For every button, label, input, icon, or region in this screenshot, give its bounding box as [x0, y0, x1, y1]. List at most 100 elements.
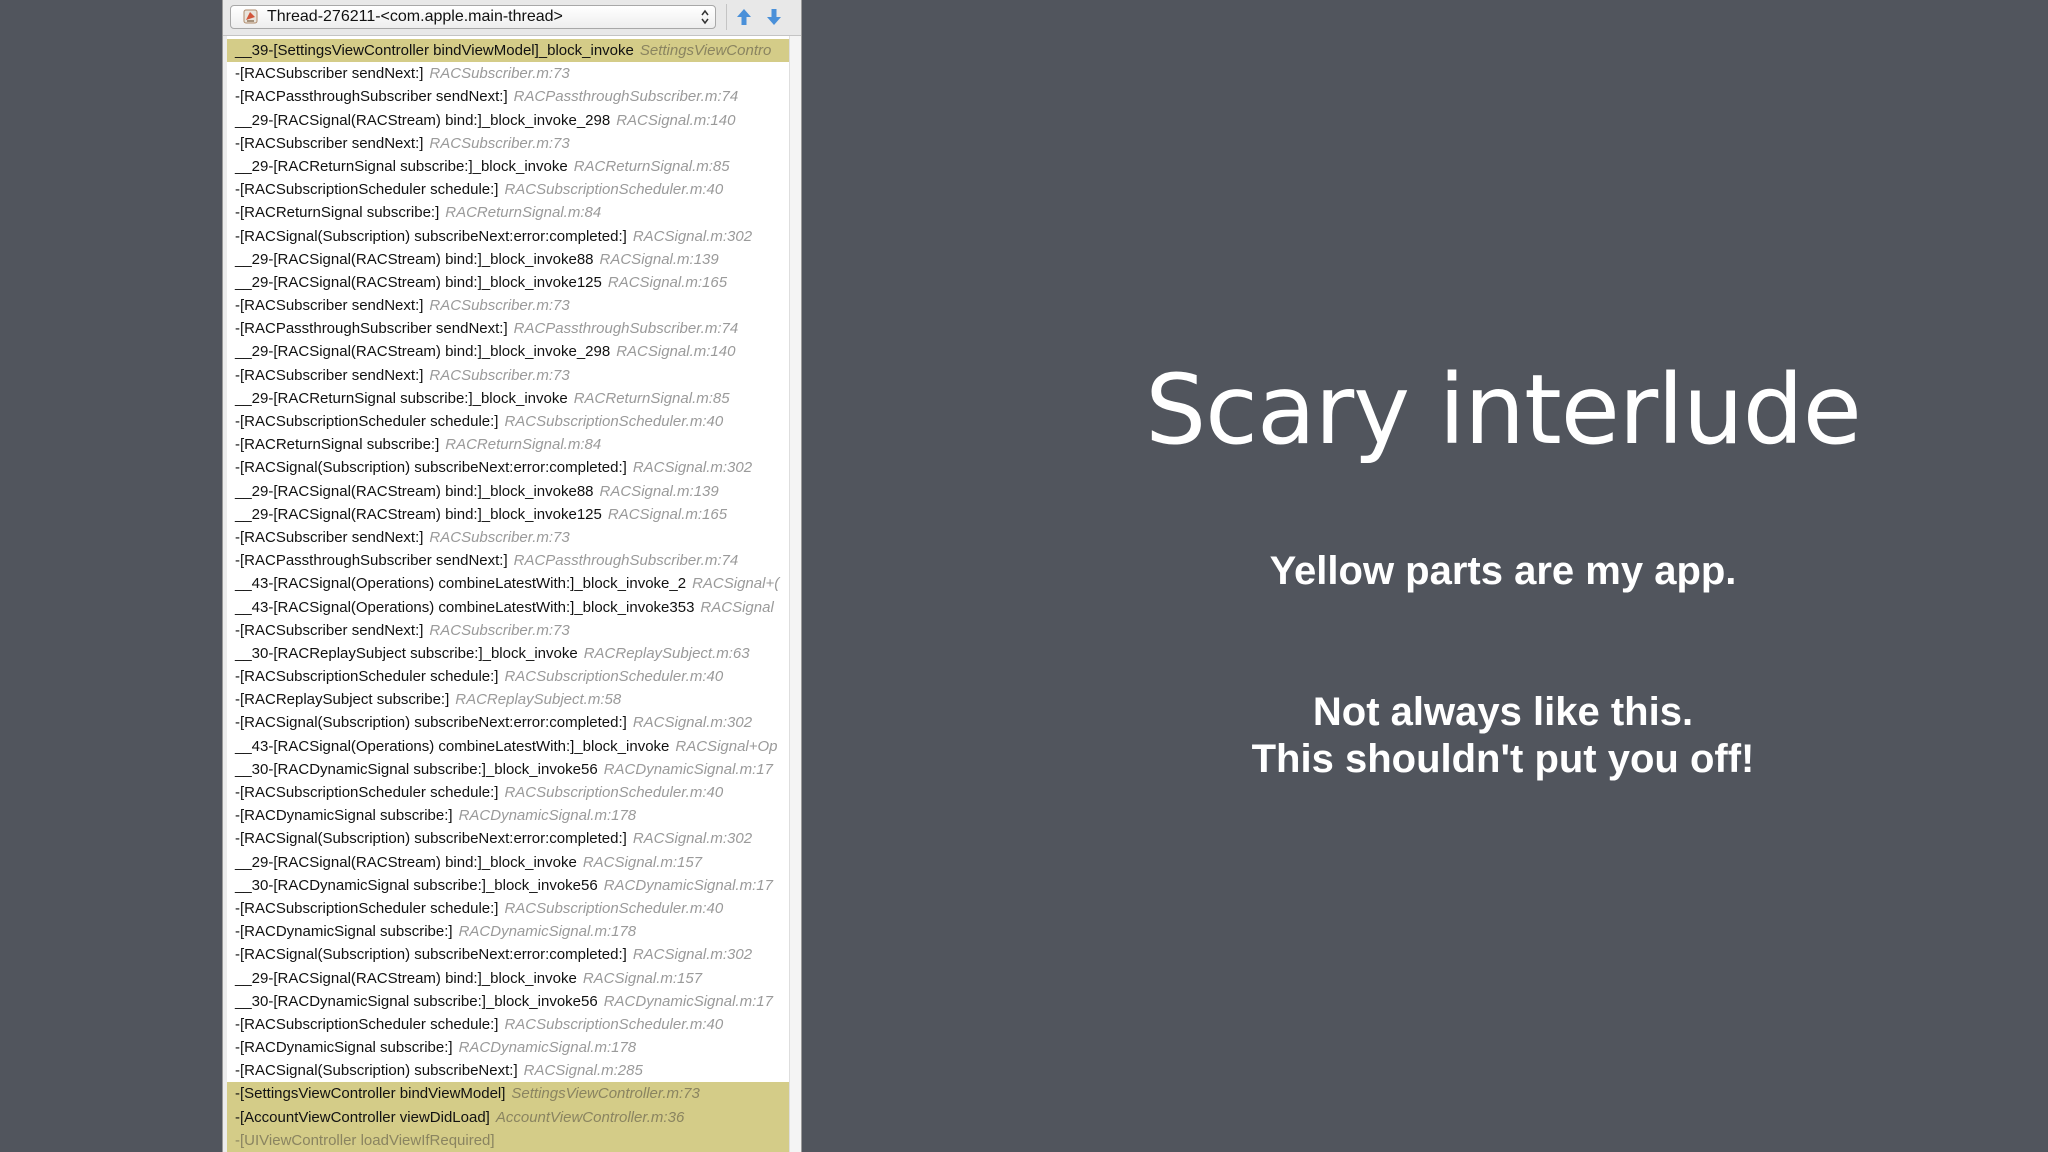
stack-frame-row[interactable]: -[RACSignal(Subscription) subscribeNext:…: [227, 827, 793, 850]
stack-frame-row[interactable]: -[RACDynamicSignal subscribe:] RACDynamic…: [227, 1036, 793, 1059]
frame-location: RACSignal.m:140: [616, 343, 736, 361]
stack-frame-row[interactable]: -[RACReturnSignal subscribe:] RACReturnSi…: [227, 433, 793, 456]
frame-function: -[RACReturnSignal subscribe:]: [235, 204, 440, 222]
stack-frame-row[interactable]: -[RACSignal(Subscription) subscribeNext:…: [227, 1059, 793, 1082]
stack-frame-row[interactable]: __30-[RACDynamicSignal subscribe:]_block…: [227, 874, 793, 897]
stack-frame-row[interactable]: __29-[RACSignal(RACStream) bind:]_block_…: [227, 248, 793, 271]
frame-function: -[AccountViewController viewDidLoad]: [235, 1108, 490, 1126]
frame-location: AccountViewController.m:36: [495, 1108, 685, 1126]
debug-toolbar: Thread-276211-<com.apple.main-thread>: [223, 0, 801, 36]
stack-frame-row[interactable]: __29-[RACSignal(RACStream) bind:]_block_…: [227, 109, 793, 132]
frame-location: RACPassthroughSubscriber.m:74: [513, 88, 739, 106]
frame-function: -[RACReturnSignal subscribe:]: [235, 436, 440, 454]
frame-function: -[RACPassthroughSubscriber sendNext:]: [235, 320, 508, 338]
stack-frame-row[interactable]: -[RACReplaySubject subscribe:] RACReplayS…: [227, 688, 793, 711]
frame-location: RACSignal.m:139: [599, 482, 719, 500]
slide-title: Scary interlude: [1145, 354, 1862, 466]
stack-frame-row[interactable]: __29-[RACSignal(RACStream) bind:]_block_…: [227, 340, 793, 363]
frame-function: -[RACSubscriptionScheduler schedule:]: [235, 784, 499, 801]
stack-frame-row[interactable]: __39-[SettingsViewController bindViewMod…: [227, 39, 793, 63]
stack-frame-row[interactable]: -[RACSubscriptionScheduler schedule:] RAC…: [227, 781, 793, 804]
frame-location: RACSignal: [700, 598, 774, 616]
frame-location: RACSignal.m:157: [582, 853, 703, 871]
stack-frame-row[interactable]: __29-[RACSignal(RACStream) bind:]_block_…: [227, 851, 793, 874]
frame-function: -[RACReplaySubject subscribe:]: [235, 691, 450, 709]
frame-function: -[RACSubscriber sendNext:]: [235, 621, 424, 639]
stack-frame-row[interactable]: -[RACReturnSignal subscribe:] RACReturnSi…: [227, 201, 793, 224]
stack-frame-row[interactable]: -[RACSubscriptionScheduler schedule:] RAC…: [227, 897, 793, 920]
stack-frame-row[interactable]: -[RACSubscriber sendNext:] RACSubscriber.…: [227, 294, 793, 317]
stack-frame-row[interactable]: __29-[RACReturnSignal subscribe:]_block_…: [227, 155, 793, 178]
stack-frame-row[interactable]: -[RACSubscriber sendNext:] RACSubscriber.…: [227, 526, 793, 549]
frame-function: -[RACSubscriber sendNext:]: [235, 65, 424, 83]
arrow-down-icon[interactable]: [763, 6, 785, 28]
frame-location: RACSubscriber.m:73: [429, 65, 570, 83]
frame-location: SettingsViewContro: [639, 42, 772, 59]
frame-location: RACSubscriptionScheduler.m:40: [504, 784, 724, 801]
stack-frame-row[interactable]: -[RACPassthroughSubscriber sendNext:] RAC…: [227, 85, 793, 108]
frame-function: __30-[RACDynamicSignal subscribe:]_block…: [235, 992, 598, 1010]
stack-frame-row[interactable]: -[AccountViewController viewDidLoad] Acco…: [227, 1105, 793, 1129]
frame-function: -[RACSignal(Subscription) subscribeNext:…: [235, 1062, 518, 1080]
stack-frame-row[interactable]: -[RACSubscriptionScheduler schedule:] RAC…: [227, 178, 793, 201]
frame-function: -[RACSubscriptionScheduler schedule:]: [235, 899, 499, 917]
stack-frame-row[interactable]: -[RACSubscriber sendNext:] RACSubscriber.…: [227, 62, 793, 85]
frame-function: __43-[RACSignal(Operations) combineLates…: [235, 575, 687, 593]
stack-frame-row[interactable]: -[RACSubscriber sendNext:] RACSubscriber.…: [227, 132, 793, 155]
frame-location: RACDynamicSignal.m:17: [603, 876, 773, 894]
stack-frame-row[interactable]: -[RACDynamicSignal subscribe:] RACDynamic…: [227, 920, 793, 943]
frame-function: -[RACDynamicSignal subscribe:]: [235, 1039, 453, 1057]
frame-function: -[RACSubscriber sendNext:]: [235, 366, 424, 384]
stack-frame-row[interactable]: -[RACSubscriptionScheduler schedule:] RAC…: [227, 1013, 793, 1036]
frame-function: __29-[RACSignal(RACStream) bind:]_block_…: [235, 343, 611, 361]
updown-chevron-icon: [701, 9, 709, 25]
frame-location: RACSubscriptionScheduler.m:40: [504, 413, 724, 430]
thread-selector-label: Thread-276211-<com.apple.main-thread>: [267, 8, 563, 25]
stack-frame-row[interactable]: -[RACSubscriptionScheduler schedule:] RAC…: [227, 410, 793, 433]
frame-location: RACSignal.m:302: [632, 946, 753, 964]
stack-frame-row[interactable]: __29-[RACSignal(RACStream) bind:]_block_…: [227, 271, 793, 294]
scrollbar[interactable]: [789, 36, 801, 1152]
stack-frame-row[interactable]: -[UIViewController loadViewIfRequired]: [227, 1128, 793, 1152]
stack-frame-row[interactable]: -[RACDynamicSignal subscribe:] RACDynamic…: [227, 804, 793, 827]
frame-location: RACSignal.m:165: [607, 273, 728, 291]
frame-function: __29-[RACSignal(RACStream) bind:]_block_…: [235, 482, 594, 500]
stack-frame-row[interactable]: __43-[RACSignal(Operations) combineLates…: [227, 596, 793, 619]
frame-function: __30-[RACDynamicSignal subscribe:]_block…: [235, 760, 598, 778]
thread-selector[interactable]: Thread-276211-<com.apple.main-thread>: [230, 5, 716, 29]
arrow-up-icon[interactable]: [733, 6, 755, 28]
frame-location: RACPassthroughSubscriber.m:74: [513, 552, 739, 570]
stack-frame-row[interactable]: __30-[RACReplaySubject subscribe:]_block…: [227, 642, 793, 665]
stack-frame-row[interactable]: -[RACPassthroughSubscriber sendNext:] RAC…: [227, 317, 793, 340]
stack-frame-row[interactable]: -[RACSignal(Subscription) subscribeNext:…: [227, 711, 793, 734]
stack-frame-row[interactable]: -[RACPassthroughSubscriber sendNext:] RAC…: [227, 549, 793, 572]
frame-function: -[RACSignal(Subscription) subscribeNext:…: [235, 227, 627, 245]
frame-function: -[RACDynamicSignal subscribe:]: [235, 923, 453, 941]
frame-location: RACSubscriptionScheduler.m:40: [504, 668, 724, 686]
stack-frame-row[interactable]: __29-[RACSignal(RACStream) bind:]_block_…: [227, 967, 793, 990]
frame-function: -[RACDynamicSignal subscribe:]: [235, 807, 453, 825]
stack-frame-row[interactable]: __30-[RACDynamicSignal subscribe:]_block…: [227, 990, 793, 1013]
stack-frame-row[interactable]: -[RACSignal(Subscription) subscribeNext:…: [227, 943, 793, 966]
stack-frame-row[interactable]: -[SettingsViewController bindViewModel] S…: [227, 1082, 793, 1106]
frame-function: __29-[RACReturnSignal subscribe:]_block_…: [235, 157, 568, 175]
stack-frame-row[interactable]: __29-[RACReturnSignal subscribe:]_block_…: [227, 387, 793, 410]
stack-frame-row[interactable]: __29-[RACSignal(RACStream) bind:]_block_…: [227, 503, 793, 526]
frame-function: __29-[RACReturnSignal subscribe:]_block_…: [235, 389, 568, 407]
stack-frame-row[interactable]: -[RACSubscriber sendNext:] RACSubscriber.…: [227, 619, 793, 642]
stack-frame-row[interactable]: __30-[RACDynamicSignal subscribe:]_block…: [227, 758, 793, 781]
frame-function: __29-[RACSignal(RACStream) bind:]_block_…: [235, 505, 602, 523]
frame-function: -[RACSubscriptionScheduler schedule:]: [235, 181, 499, 199]
stack-frame-row[interactable]: -[RACSubscriptionScheduler schedule:] RAC…: [227, 665, 793, 688]
stack-frame-row[interactable]: __29-[RACSignal(RACStream) bind:]_block_…: [227, 480, 793, 503]
stack-frame-row[interactable]: -[RACSignal(Subscription) subscribeNext:…: [227, 456, 793, 479]
thread-icon: [243, 9, 258, 24]
stack-frame-row[interactable]: __43-[RACSignal(Operations) combineLates…: [227, 572, 793, 595]
frame-location: RACDynamicSignal.m:178: [458, 807, 637, 825]
frame-location: RACSignal.m:302: [632, 714, 753, 732]
frame-function: -[RACPassthroughSubscriber sendNext:]: [235, 552, 508, 570]
stack-frame-row[interactable]: -[RACSignal(Subscription) subscribeNext:…: [227, 225, 793, 248]
stack-frame-row[interactable]: -[RACSubscriber sendNext:] RACSubscriber.…: [227, 364, 793, 387]
stack-frame-row[interactable]: __43-[RACSignal(Operations) combineLates…: [227, 735, 793, 758]
frame-location: RACDynamicSignal.m:178: [458, 923, 637, 941]
